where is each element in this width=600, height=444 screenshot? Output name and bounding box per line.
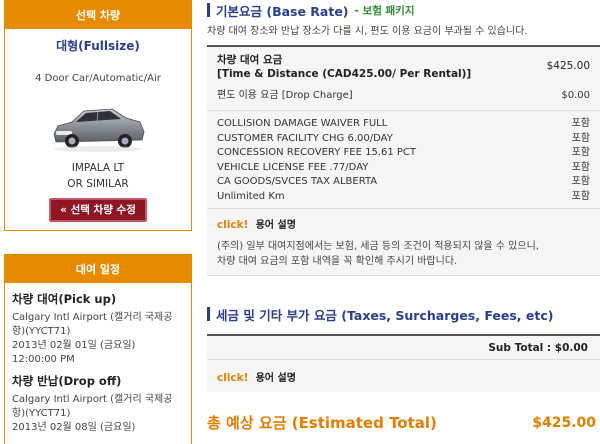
included-fees-list: COLLISION DAMAGE WAIVER FULL 포함 CUSTOMER … bbox=[207, 111, 600, 209]
fee-row: VEHICLE LICENSE FEE .77/DAY 포함 bbox=[217, 161, 590, 176]
taxes-box: Sub Total : $0.00 click! 용어 설명 bbox=[207, 334, 600, 392]
taxes-subtotal: Sub Total : $0.00 bbox=[207, 336, 600, 360]
fee-row: CUSTOMER FACILITY CHG 6.00/DAY 포함 bbox=[217, 132, 590, 147]
taxes-glossary-row: click! 용어 설명 bbox=[207, 360, 600, 392]
taxes-title: 세금 및 기타 부가 요금 (Taxes, Surcharges, Fees, … bbox=[216, 307, 554, 323]
dropoff-date: 2013년 02월 08일 (금요일) bbox=[12, 422, 136, 433]
fee-status: 포함 bbox=[571, 176, 590, 187]
fee-status: 포함 bbox=[571, 161, 590, 173]
rental-charge-label: 차량 대여 요금 bbox=[217, 54, 283, 66]
base-rate-heading: 기본요금 (Base Rate) - 보험 패키지 bbox=[207, 0, 600, 20]
base-rate-subtitle: - 보험 패키지 bbox=[354, 4, 415, 17]
taxes-glossary-click-link[interactable]: click! bbox=[217, 372, 248, 384]
glossary-click-link[interactable]: click! bbox=[217, 219, 248, 231]
car-image bbox=[53, 108, 145, 152]
section-bar-icon bbox=[207, 3, 210, 17]
fee-name: CUSTOMER FACILITY CHG 6.00/DAY bbox=[217, 132, 393, 144]
rental-schedule-panel: 대여 일정 차량 대여(Pick up) Calgary Intl Airpor… bbox=[4, 254, 192, 444]
fee-row: Unlimited Km 포함 bbox=[217, 190, 590, 205]
rental-charge-detail: [Time & Distance (CAD425.00/ Per Rental)… bbox=[217, 68, 472, 80]
dropoff-location-line1: Calgary Intl Airport (캘거리 국제공 bbox=[12, 394, 173, 405]
note-line2: 차량 대여 요금의 포함 내역을 꼭 확인해 주시기 바랍니다. bbox=[217, 256, 458, 267]
rental-charge-row: 차량 대여 요금 [Time & Distance (CAD425.00/ Pe… bbox=[207, 47, 600, 87]
fee-row: COLLISION DAMAGE WAIVER FULL 포함 bbox=[217, 117, 590, 132]
section-bar-icon bbox=[207, 307, 210, 321]
fee-name: COLLISION DAMAGE WAIVER FULL bbox=[217, 118, 388, 129]
rental-charge-value: $425.00 bbox=[546, 60, 590, 72]
base-rate-description: 차량 대여 장소와 반납 장소가 다를 시, 편도 이용 요금이 부과될 수 있… bbox=[207, 26, 528, 37]
fee-name: VEHICLE LICENSE FEE .77/DAY bbox=[217, 161, 369, 173]
fee-name: CA GOODS/SVCES TAX ALBERTA bbox=[217, 176, 378, 187]
vehicle-spec: 4 Door Car/Automatic/Air bbox=[35, 73, 161, 84]
fee-name: Unlimited Km bbox=[217, 190, 285, 202]
note-line1: (주의) 일부 대여지점에서는 보험, 세금 등의 조건이 적용되지 않을 수 … bbox=[217, 241, 539, 252]
dropoff-location-line2: 항)(YYCT71) bbox=[12, 408, 71, 419]
glossary-link-row: click! 용어 설명 bbox=[207, 209, 600, 235]
base-rate-title: 기본요금 (Base Rate) bbox=[216, 3, 349, 19]
taxes-glossary-label[interactable]: 용어 설명 bbox=[256, 373, 296, 384]
base-rate-box: 차량 대여 요금 [Time & Distance (CAD425.00/ Pe… bbox=[207, 45, 600, 276]
vehicle-name-line2: OR SIMILAR bbox=[67, 178, 129, 190]
modify-vehicle-button[interactable]: « 선택 차량 수정 bbox=[49, 198, 147, 222]
left-sidebar: 선택 차량 대형(Fullsize) 4 Door Car/Automatic/… bbox=[4, 0, 192, 444]
pickup-title: 차량 대여(Pick up) bbox=[12, 292, 117, 306]
estimated-total-value: $425.00 bbox=[532, 414, 596, 431]
drop-charge-row: 편도 이용 요금 [Drop Charge] $0.00 bbox=[207, 87, 600, 111]
estimated-total-row: 총 예상 요금 (Estimated Total) $425.00 bbox=[207, 412, 600, 433]
pickup-location-line1: Calgary Intl Airport (캘거리 국제공 bbox=[12, 312, 173, 323]
fee-row: CONCESSION RECOVERY FEE 15.61 PCT 포함 bbox=[217, 146, 590, 161]
dropoff-title: 차량 반납(Drop off) bbox=[12, 374, 122, 388]
drop-charge-value: $0.00 bbox=[561, 90, 590, 101]
pickup-location-line2: 항)(YYCT71) bbox=[12, 326, 71, 337]
vehicle-name: IMPALA LT OR SIMILAR bbox=[5, 160, 191, 192]
fee-name: CONCESSION RECOVERY FEE 15.61 PCT bbox=[217, 147, 417, 158]
pickup-date: 2013년 02월 01일 (금요일) bbox=[12, 340, 136, 351]
selected-vehicle-panel: 선택 차량 대형(Fullsize) 4 Door Car/Automatic/… bbox=[4, 0, 192, 231]
drop-charge-label: 편도 이용 요금 [Drop Charge] bbox=[217, 90, 353, 101]
fee-row: CA GOODS/SVCES TAX ALBERTA 포함 bbox=[217, 175, 590, 190]
pickup-time: 12:00:00 PM bbox=[12, 354, 75, 365]
vehicle-name-line1: IMPALA LT bbox=[71, 162, 125, 174]
rental-schedule-header: 대여 일정 bbox=[5, 255, 191, 283]
glossary-link-label[interactable]: 용어 설명 bbox=[256, 220, 296, 231]
selected-vehicle-header: 선택 차량 bbox=[5, 1, 191, 29]
rate-details: 기본요금 (Base Rate) - 보험 패키지 차량 대여 장소와 반납 장… bbox=[207, 0, 600, 433]
vehicle-class: 대형(Fullsize) bbox=[56, 39, 140, 53]
taxes-heading: 세금 및 기타 부가 요금 (Taxes, Surcharges, Fees, … bbox=[207, 304, 600, 324]
estimated-total-label: 총 예상 요금 (Estimated Total) bbox=[207, 414, 437, 432]
fee-status: 포함 bbox=[571, 147, 590, 158]
insurance-note: (주의) 일부 대여지점에서는 보험, 세금 등의 조건이 적용되지 않을 수 … bbox=[207, 235, 600, 276]
fee-status: 포함 bbox=[571, 190, 590, 202]
fee-status: 포함 bbox=[571, 118, 590, 129]
fee-status: 포함 bbox=[571, 132, 590, 144]
